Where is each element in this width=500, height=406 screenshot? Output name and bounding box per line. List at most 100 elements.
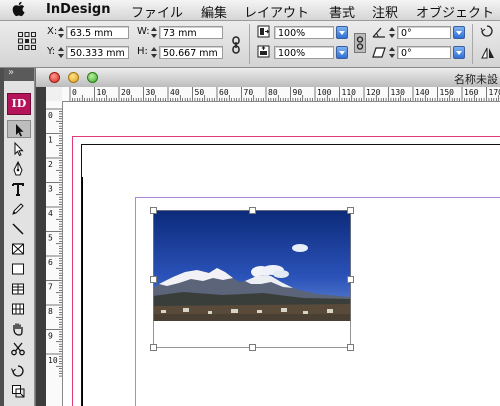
rotate-field[interactable]: 0°: [397, 26, 451, 39]
menu-object[interactable]: オブジェクト: [416, 2, 494, 21]
direct-selection-tool[interactable]: [7, 140, 31, 158]
x-field[interactable]: 63.5 mm: [66, 26, 129, 39]
resize-handle-w[interactable]: [150, 276, 157, 283]
divider: [472, 24, 473, 64]
x-label: X:: [47, 26, 58, 37]
ruler-label: 90: [293, 88, 303, 97]
menu-app-name[interactable]: InDesign: [46, 2, 110, 17]
rotate-tool[interactable]: [7, 362, 31, 380]
scale-icon: [12, 385, 25, 398]
ruler-label: 4: [48, 209, 53, 218]
h-stepper[interactable]: [150, 46, 157, 59]
ruler-label: 2: [48, 160, 53, 169]
scale-y-dropdown[interactable]: [336, 46, 348, 59]
frame-icon: [12, 243, 24, 255]
hand-icon: [13, 323, 23, 336]
mountain-photo[interactable]: [153, 210, 351, 348]
toolbox-panel: » ID: [4, 67, 35, 406]
menu-notes[interactable]: 注釈: [372, 2, 398, 21]
menu-bar: InDesign ファイル 編集 レイアウト 書式 注釈 オブジェクト: [0, 0, 500, 21]
vertical-ruler[interactable]: 0 1 2 3 4 5 6 7 8 9 10: [46, 101, 63, 406]
constrain-scale-button[interactable]: [354, 33, 366, 53]
document-title: 名称未設: [454, 73, 498, 86]
horizontal-ruler[interactable]: 0 10 20 30 40 50 60 70 80 90 100 110 120 130 140 150 160…: [62, 87, 500, 102]
h-label: H:: [137, 46, 148, 57]
ruler-label: 70: [244, 88, 254, 97]
resize-handle-s[interactable]: [249, 344, 256, 351]
w-field[interactable]: 73 mm: [159, 26, 223, 39]
ruler-label: 1: [48, 136, 53, 145]
toolbox-header[interactable]: »: [4, 67, 34, 81]
vertical-ruler-ticks: 0 1 2 3 4 5 6 7 8 9 10: [46, 108, 62, 377]
shear-dropdown[interactable]: [453, 46, 465, 59]
minimize-button[interactable]: [68, 72, 79, 83]
constrain-proportions-icon[interactable]: [231, 36, 241, 54]
menu-edit[interactable]: 編集: [201, 2, 227, 21]
resize-handle-nw[interactable]: [150, 207, 157, 214]
hand-tool[interactable]: [7, 320, 31, 338]
resize-handle-ne[interactable]: [347, 207, 354, 214]
w-stepper[interactable]: [150, 26, 157, 39]
menu-type[interactable]: 書式: [329, 2, 355, 21]
ruler-label: 40: [170, 88, 180, 97]
flip-icon[interactable]: [480, 45, 496, 60]
resize-handle-e[interactable]: [347, 276, 354, 283]
selection-tool[interactable]: [7, 120, 31, 138]
pencil-tool[interactable]: [7, 200, 31, 218]
shear-stepper[interactable]: [388, 46, 395, 59]
resize-handle-se[interactable]: [347, 344, 354, 351]
type-tool[interactable]: [7, 180, 31, 198]
menu-layout[interactable]: レイアウト: [244, 2, 309, 21]
ruler-label: 100: [317, 88, 332, 97]
ruler-origin[interactable]: [46, 87, 63, 102]
menu-file[interactable]: ファイル: [131, 2, 183, 21]
zoom-button[interactable]: [87, 72, 98, 83]
white-arrow-icon: [14, 141, 24, 157]
ruler-label: 10: [97, 88, 107, 97]
y-stepper[interactable]: [57, 46, 64, 59]
resize-handle-n[interactable]: [249, 207, 256, 214]
image-frame[interactable]: [150, 207, 354, 351]
pen-tool[interactable]: [7, 160, 31, 178]
ruler-label: 0: [72, 88, 77, 97]
ruler-label: 130: [391, 88, 406, 97]
scissors-tool[interactable]: [7, 340, 31, 358]
document-side-strip: [36, 87, 46, 406]
ruler-label: 9: [48, 332, 53, 341]
line-icon: [12, 223, 24, 235]
shear-field[interactable]: 0°: [397, 46, 451, 59]
type-icon: [12, 183, 24, 196]
rotate-stepper[interactable]: [388, 26, 395, 39]
black-arrow-icon: [16, 124, 24, 137]
ruler-label: 30: [146, 88, 156, 97]
ruler-label: 80: [268, 88, 278, 97]
rotate-angle-icon: [372, 27, 385, 38]
rotate-90-icon[interactable]: [480, 24, 494, 38]
y-field[interactable]: 50.333 mm: [66, 46, 129, 59]
ruler-label: 3: [48, 185, 53, 194]
shear-angle-icon: [372, 47, 386, 58]
ruler-label: 60: [219, 88, 229, 97]
apple-menu-icon[interactable]: [12, 1, 26, 17]
document-title-bar[interactable]: 名称未設: [36, 68, 500, 88]
h-field[interactable]: 50.667 mm: [159, 46, 223, 59]
table-tool[interactable]: [7, 280, 31, 298]
ruler-label: 170: [489, 88, 500, 97]
line-tool[interactable]: [7, 220, 31, 238]
reference-point-icon[interactable]: [17, 31, 37, 51]
close-button[interactable]: [49, 72, 60, 83]
rectangle-tool[interactable]: [7, 260, 31, 278]
scale-tool[interactable]: [7, 382, 31, 400]
document-window: 名称未設 0 10 20 30 40 50 60 70 80 90 100 110 120 130 140 1…: [36, 68, 500, 406]
scale-x-dropdown[interactable]: [336, 26, 348, 39]
rotate-dropdown[interactable]: [453, 26, 465, 39]
scale-y-field[interactable]: 100%: [274, 46, 334, 59]
grid-tool[interactable]: [7, 300, 31, 318]
resize-handle-sw[interactable]: [150, 344, 157, 351]
x-stepper[interactable]: [57, 26, 64, 39]
indesign-logo: ID: [7, 93, 31, 115]
scale-x-field[interactable]: 100%: [274, 26, 334, 39]
collapse-icon[interactable]: »: [8, 67, 14, 78]
pasteboard[interactable]: [63, 102, 500, 406]
rectangle-frame-tool[interactable]: [7, 240, 31, 258]
